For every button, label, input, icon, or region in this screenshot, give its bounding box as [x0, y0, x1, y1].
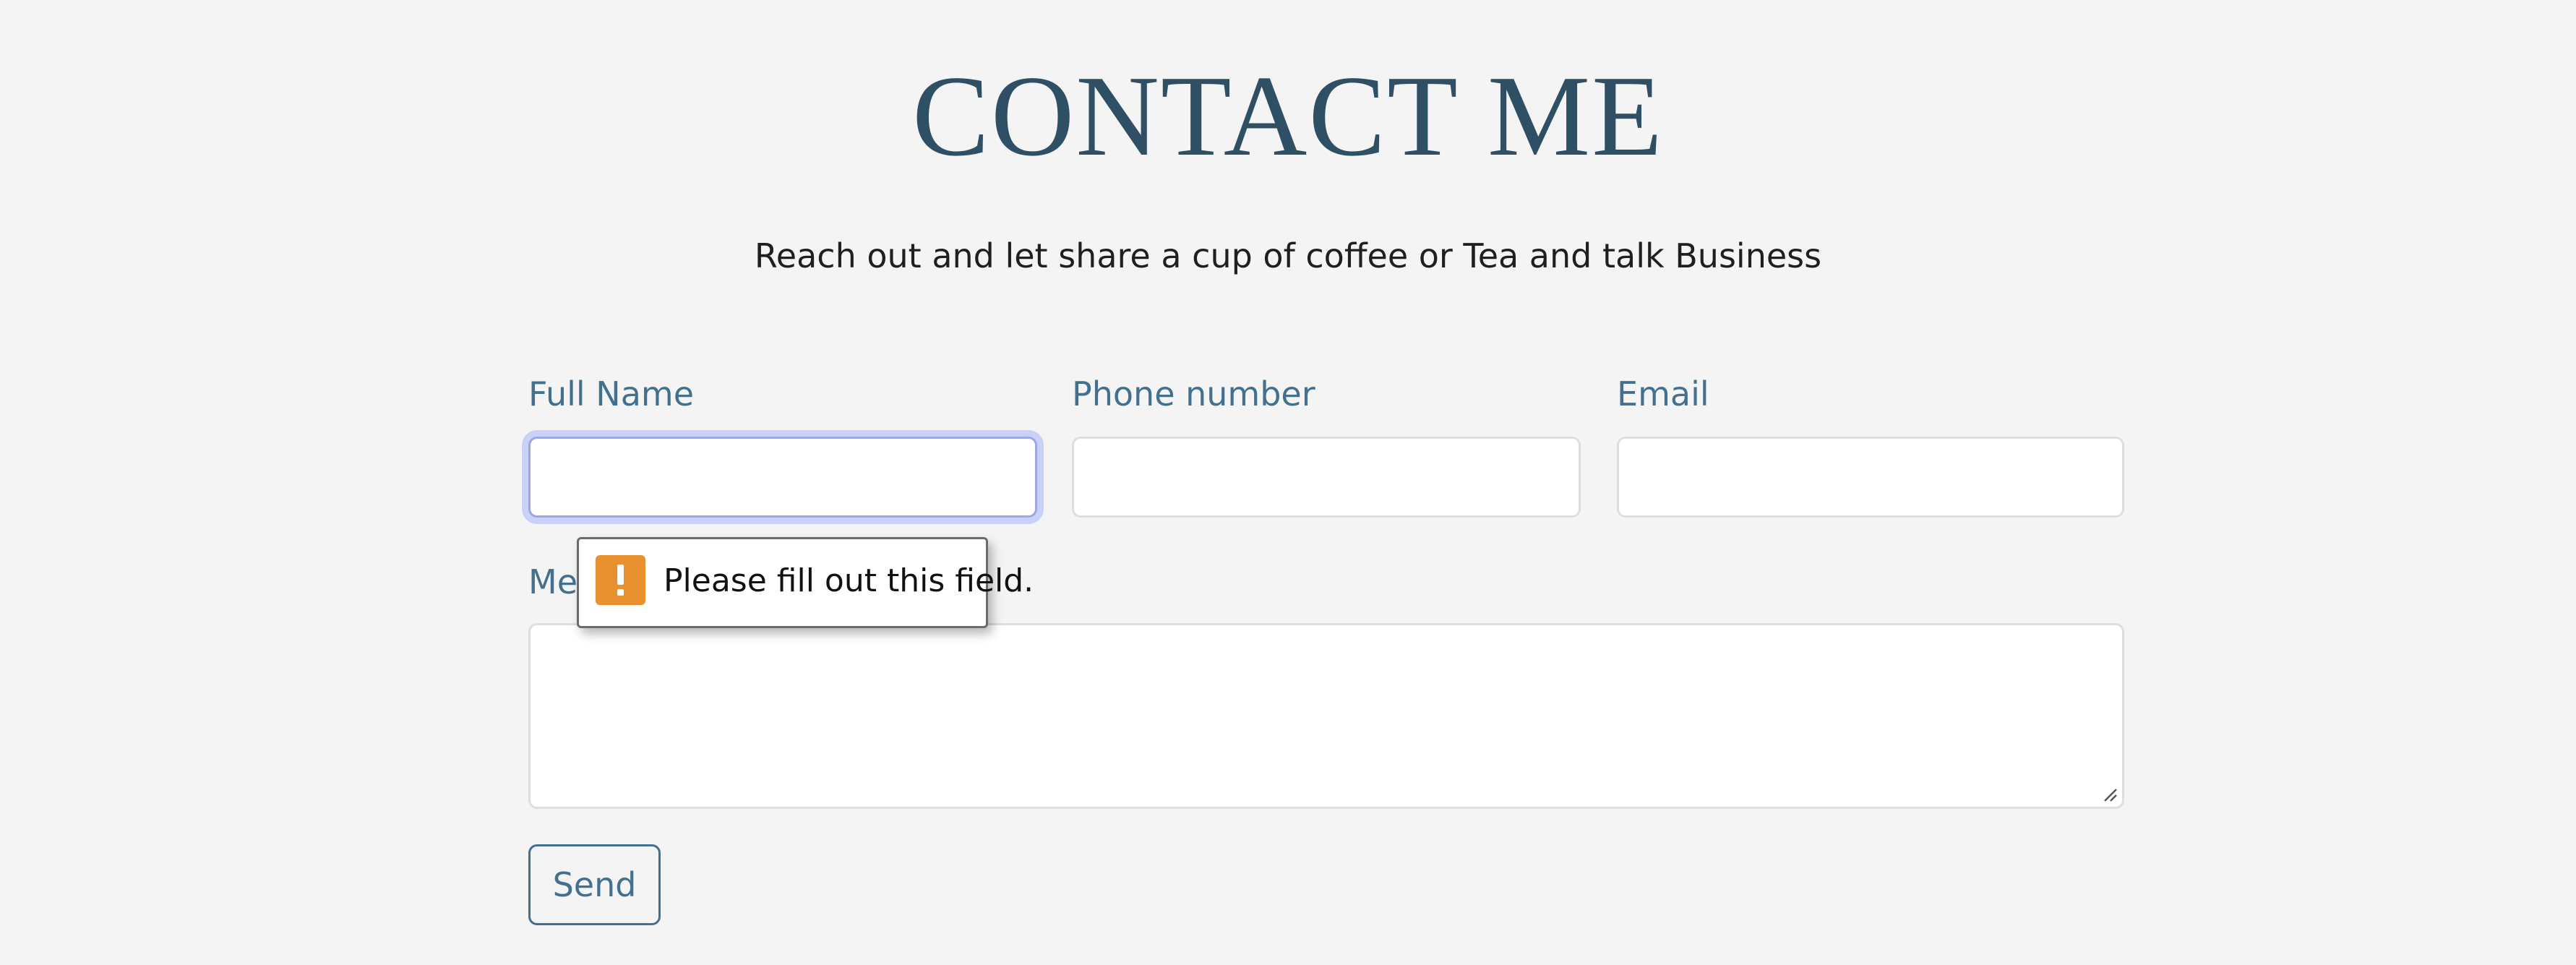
full-name-input[interactable] — [528, 437, 1037, 518]
email-input[interactable] — [1617, 437, 2124, 518]
full-name-label: Full Name — [528, 374, 694, 413]
phone-number-label: Phone number — [1072, 374, 1315, 413]
warning-exclamation-icon — [596, 555, 645, 605]
page-subtitle: Reach out and let share a cup of coffee … — [754, 236, 1822, 275]
validation-message: Please fill out this field. — [664, 562, 1034, 599]
validation-tooltip: Please fill out this field. — [577, 537, 1034, 628]
phone-number-input[interactable] — [1072, 437, 1581, 518]
page-title: CONTACT ME — [912, 51, 1664, 180]
message-textarea[interactable] — [528, 623, 2124, 809]
send-button[interactable]: Send — [528, 844, 661, 925]
resize-handle-icon[interactable] — [2102, 786, 2118, 802]
email-label: Email — [1617, 374, 1709, 413]
